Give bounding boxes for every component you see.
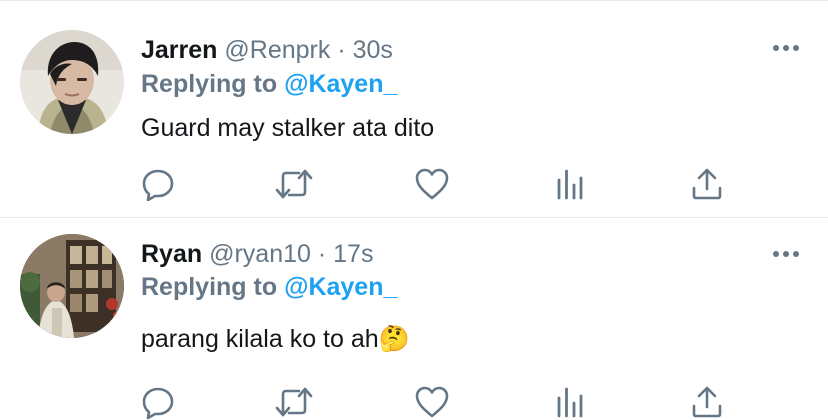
separator-dot: ·: [337, 36, 346, 64]
retweet-icon: [275, 169, 313, 199]
tweet-actions: [0, 382, 828, 420]
tweet-header: Jarren @Renprk · 30s: [141, 35, 393, 65]
replying-to-label: Replying to: [141, 273, 278, 301]
share-icon: [692, 168, 722, 200]
replying-to-label: Replying to: [141, 70, 278, 98]
separator-dot: ·: [317, 240, 327, 268]
timestamp[interactable]: 17s: [333, 240, 373, 268]
share-button[interactable]: [687, 382, 727, 420]
user-handle[interactable]: @Renprk: [224, 36, 330, 64]
share-icon: [692, 386, 722, 418]
avatar[interactable]: [20, 234, 124, 338]
retweet-icon: [275, 387, 313, 417]
tweet-actions: [0, 164, 828, 204]
like-button[interactable]: [412, 382, 452, 420]
like-icon: [415, 168, 449, 200]
replying-to-line: Replying to @Kayen_: [141, 69, 397, 99]
replying-to-line: Replying to @Kayen_: [141, 272, 397, 302]
reply-icon: [142, 387, 174, 419]
reply-icon: [142, 169, 174, 201]
analytics-icon: [557, 169, 583, 200]
more-options-button[interactable]: [770, 38, 802, 58]
tweet[interactable]: Jarren @Renprk · 30s Replying to @Kayen_…: [0, 0, 828, 217]
tweet-feed: Jarren @Renprk · 30s Replying to @Kayen_…: [0, 0, 828, 420]
analytics-button[interactable]: [550, 164, 590, 204]
avatar[interactable]: [20, 30, 124, 134]
timestamp[interactable]: 30s: [353, 36, 393, 64]
retweet-button[interactable]: [274, 382, 314, 420]
tweet-text: parang kilala ko to ah🤔: [141, 325, 410, 353]
more-icon: [773, 45, 799, 51]
user-handle[interactable]: @ryan10: [209, 240, 311, 268]
share-button[interactable]: [687, 164, 727, 204]
reply-button[interactable]: [138, 164, 178, 204]
more-icon: [773, 251, 799, 257]
retweet-button[interactable]: [274, 164, 314, 204]
display-name[interactable]: Ryan: [141, 240, 202, 268]
like-button[interactable]: [412, 164, 452, 204]
tweet[interactable]: Ryan @ryan10 · 17s Replying to @Kayen_ p…: [0, 218, 828, 420]
like-icon: [415, 386, 449, 418]
replying-to-mention[interactable]: @Kayen_: [284, 70, 397, 98]
analytics-button[interactable]: [550, 382, 590, 420]
tweet-header: Ryan @ryan10 · 17s: [141, 239, 373, 269]
analytics-icon: [557, 387, 583, 418]
reply-button[interactable]: [138, 382, 178, 420]
tweet-text: Guard may stalker ata dito: [141, 114, 435, 142]
replying-to-mention[interactable]: @Kayen_: [284, 273, 397, 301]
more-options-button[interactable]: [770, 244, 802, 264]
display-name[interactable]: Jarren: [141, 36, 217, 64]
